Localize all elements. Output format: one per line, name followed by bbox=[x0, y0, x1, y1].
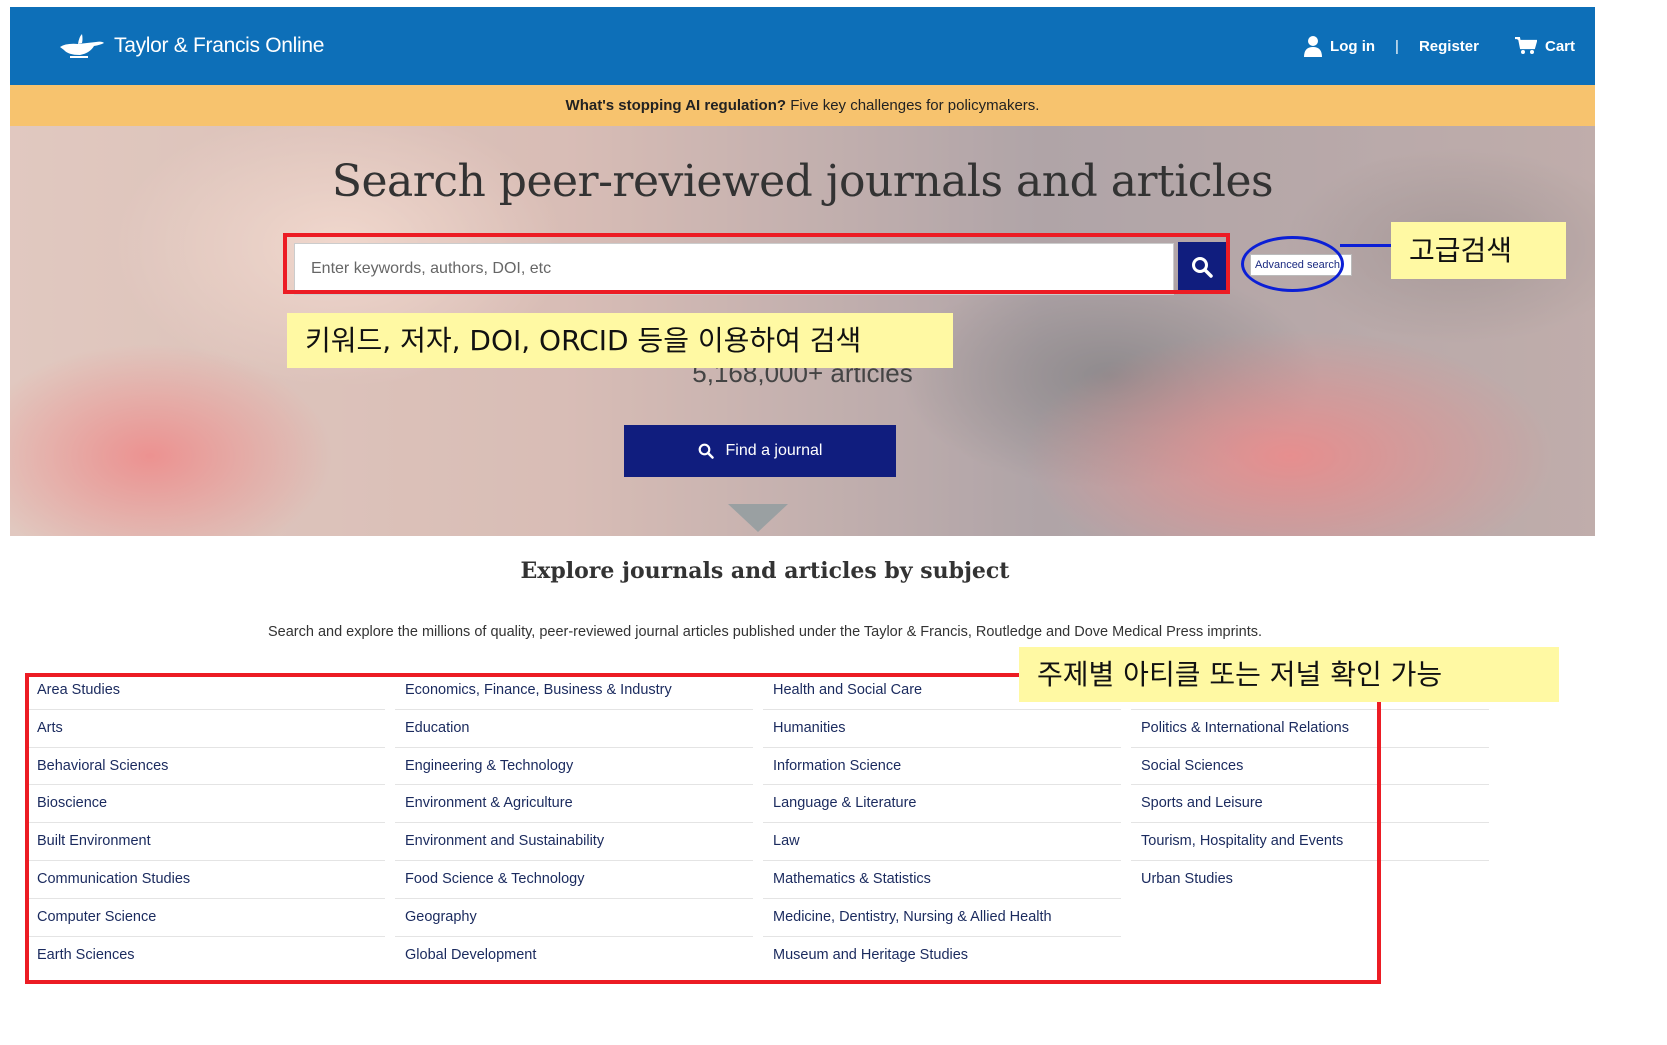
find-journal-label: Find a journal bbox=[725, 442, 823, 459]
cart-label: Cart bbox=[1544, 37, 1575, 55]
search-annotation-note: 키워드, 저자, DOI, ORCID 등을 이용하여 검색 bbox=[287, 313, 953, 368]
login-link[interactable]: Log in bbox=[1304, 35, 1375, 57]
advanced-search-circle bbox=[1241, 236, 1344, 292]
cart-icon bbox=[1514, 37, 1537, 54]
page: Taylor & Francis Online Log in | Registe… bbox=[0, 0, 1667, 1045]
alert-banner[interactable]: What's stopping AI regulation? Five key … bbox=[10, 85, 1595, 126]
advanced-search-connector bbox=[1340, 244, 1392, 247]
user-icon bbox=[1304, 36, 1323, 57]
site-header: Taylor & Francis Online Log in | Registe… bbox=[10, 7, 1595, 85]
logo-text: Taylor & Francis Online bbox=[114, 34, 325, 57]
explore-description: Search and explore the millions of quali… bbox=[267, 624, 1263, 640]
alert-text: Five key challenges for policymakers. bbox=[786, 97, 1040, 114]
login-label: Log in bbox=[1330, 37, 1376, 55]
search-highlight-box bbox=[283, 233, 1230, 294]
advanced-search-annotation-note: 고급검색 bbox=[1391, 222, 1566, 279]
section-pointer bbox=[728, 504, 788, 532]
search-icon bbox=[698, 443, 714, 459]
register-link[interactable]: Register bbox=[1419, 38, 1479, 55]
cart-link[interactable]: Cart bbox=[1514, 37, 1575, 55]
alert-bold-text: What's stopping AI regulation? bbox=[565, 97, 787, 114]
subject-highlight-box bbox=[25, 673, 1381, 984]
find-journal-button[interactable]: Find a journal bbox=[624, 425, 896, 477]
explore-title: Explore journals and articles by subject bbox=[520, 558, 1010, 584]
site-logo[interactable]: Taylor & Francis Online bbox=[56, 29, 324, 63]
subject-annotation-note: 주제별 아티클 또는 저널 확인 가능 bbox=[1019, 647, 1559, 702]
nav-separator: | bbox=[1395, 37, 1399, 55]
user-nav: Log in | Register Cart bbox=[1304, 35, 1575, 57]
hero-title: Search peer-reviewed journals and articl… bbox=[331, 156, 1274, 207]
lamp-logo-icon bbox=[60, 34, 104, 58]
